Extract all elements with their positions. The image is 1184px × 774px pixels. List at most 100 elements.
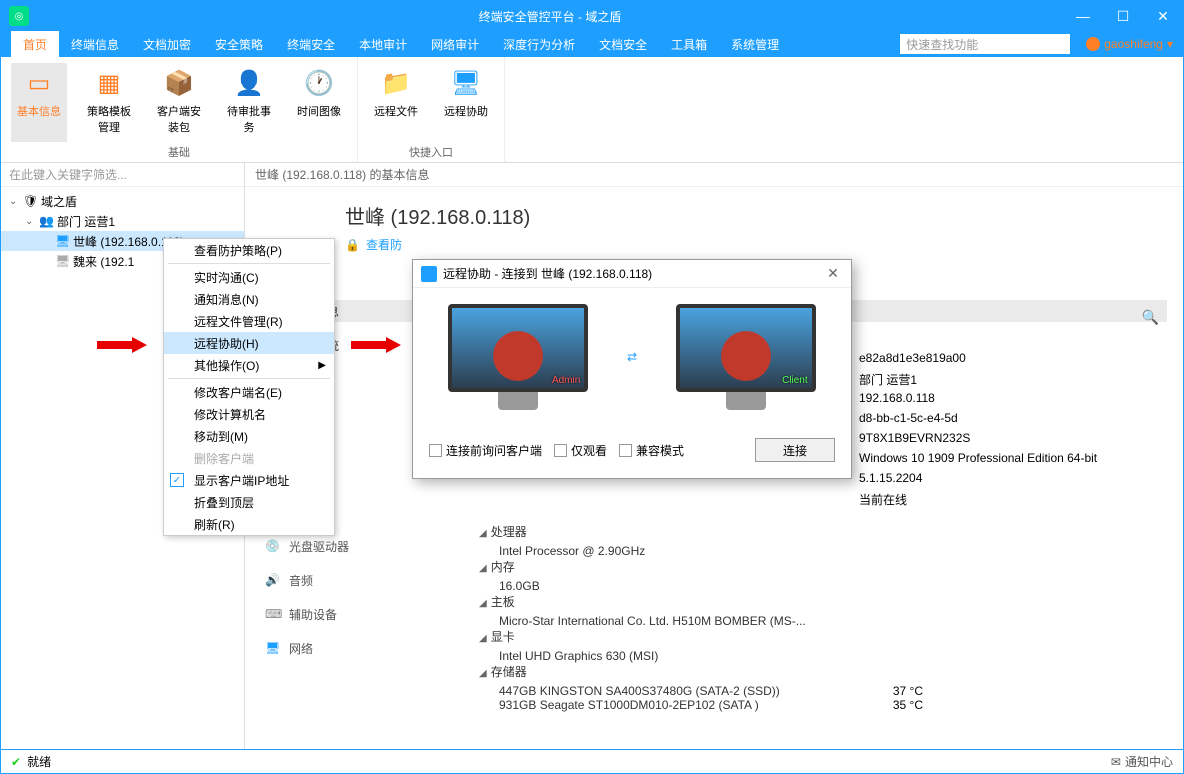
keyboard-icon: ⌨: [265, 607, 281, 621]
transfer-arrows-icon: ⇄: [627, 346, 637, 368]
hw-gpu: Intel UHD Graphics 630 (MSI): [499, 649, 1163, 663]
info-status: 当前在线: [859, 491, 907, 508]
disc-icon: 💿: [265, 539, 281, 553]
quick-search-input[interactable]: 快速查找功能: [900, 34, 1070, 54]
ribbon-basic-info[interactable]: ▭基本信息: [11, 63, 67, 142]
tab-home[interactable]: 首页: [11, 31, 59, 57]
tree-dept[interactable]: ⌄👥部门 运营1: [1, 211, 244, 231]
menu-chat[interactable]: 实时沟通(C): [164, 266, 334, 288]
shield-icon: [421, 266, 437, 282]
menu-view-policy[interactable]: 查看防护策略(P): [164, 239, 334, 261]
user-menu[interactable]: gaoshifeng ▾: [1076, 31, 1183, 57]
tab-doc-encrypt[interactable]: 文档加密: [131, 31, 203, 57]
collapse-icon[interactable]: ◢: [479, 598, 487, 609]
tab-terminal-security[interactable]: 终端安全: [275, 31, 347, 57]
info-client-id: e82a8d1e3e819a00: [859, 351, 966, 365]
hw-gpu-label: 显卡: [491, 630, 515, 644]
package-icon: 📦: [163, 67, 195, 99]
statusbar: ✔ 就绪 ✉通知中心: [1, 749, 1183, 773]
check-icon: ✓: [170, 473, 184, 487]
tab-local-audit[interactable]: 本地审计: [347, 31, 419, 57]
collapse-icon[interactable]: ◢: [479, 563, 487, 574]
folder-icon: 📁: [380, 67, 412, 99]
info-icon: ▭: [23, 67, 55, 99]
cat-network[interactable]: 🖥网络: [265, 631, 349, 665]
collapse-icon[interactable]: ◢: [479, 668, 487, 679]
annotation-arrow-1: [97, 337, 147, 353]
collapse-icon[interactable]: ◢: [479, 633, 487, 644]
checkbox-view-only[interactable]: 仅观看: [554, 442, 607, 459]
tree-root[interactable]: ⌄🛡域之盾: [1, 191, 244, 211]
ribbon-installer[interactable]: 📦客户端安装包: [151, 63, 207, 142]
ribbon-approval[interactable]: 👤待审批事务: [221, 63, 277, 142]
ribbon-remote-file[interactable]: 📁远程文件: [368, 63, 424, 142]
collapse-icon[interactable]: ◢: [479, 528, 487, 539]
tab-terminal-info[interactable]: 终端信息: [59, 31, 131, 57]
checkbox-ask-before[interactable]: 连接前询问客户端: [429, 442, 542, 459]
dialog-title: 远程协助 - 连接到 世峰 (192.168.0.118): [443, 265, 823, 282]
menu-notify[interactable]: 通知消息(N): [164, 288, 334, 310]
remote-assist-dialog: 远程协助 - 连接到 世峰 (192.168.0.118) ✕ Admin ⇄ …: [412, 259, 852, 479]
menu-move-to[interactable]: 移动到(M): [164, 425, 334, 447]
hw-cpu: Intel Processor @ 2.90GHz: [499, 544, 1163, 558]
hw-disk2: 931GB Seagate ST1000DM010-2EP102 (SATA ): [499, 698, 759, 712]
menu-remote-assist[interactable]: 远程协助(H): [164, 332, 334, 354]
close-button[interactable]: ✕: [1143, 1, 1183, 31]
ribbon-remote-assist[interactable]: 🖥远程协助: [438, 63, 494, 142]
tab-tools[interactable]: 工具箱: [659, 31, 719, 57]
menu-other-ops[interactable]: 其他操作(O)▶: [164, 354, 334, 376]
menu-collapse[interactable]: 折叠到顶层: [164, 491, 334, 513]
client-title: 世峰 (192.168.0.118): [345, 201, 1173, 230]
hw-mb-label: 主板: [491, 595, 515, 609]
hw-disk1: 447GB KINGSTON SA400S37480G (SATA-2 (SSD…: [499, 684, 780, 698]
hw-mb: Micro-Star International Co. Ltd. H510M …: [499, 614, 1163, 628]
lock-icon: 🔒: [345, 238, 360, 252]
client-monitor: Client: [676, 304, 816, 410]
dialog-close-button[interactable]: ✕: [823, 265, 843, 282]
tree-filter-input[interactable]: 在此键入关键字筛选...: [1, 163, 244, 187]
search-icon[interactable]: 🔍: [1142, 309, 1159, 326]
menu-refresh[interactable]: 刷新(R): [164, 513, 334, 535]
menu-rename-client[interactable]: 修改客户端名(E): [164, 381, 334, 403]
window-title: 终端安全管控平台 - 域之盾: [37, 8, 1063, 25]
cat-aux[interactable]: ⌨辅助设备: [265, 597, 349, 631]
hw-storage-label: 存储器: [491, 665, 527, 679]
tab-system[interactable]: 系统管理: [719, 31, 791, 57]
ribbon-policy-template[interactable]: ▦策略模板管理: [81, 63, 137, 142]
notification-center[interactable]: ✉通知中心: [1111, 753, 1173, 770]
hw-disk2-temp: 35 °C: [893, 698, 923, 712]
titlebar: ◎ 终端安全管控平台 - 域之盾 ― ☐ ✕: [1, 1, 1183, 31]
tab-security-policy[interactable]: 安全策略: [203, 31, 275, 57]
mail-icon: ✉: [1111, 755, 1121, 769]
tab-doc-security[interactable]: 文档安全: [587, 31, 659, 57]
ribbon-time-image[interactable]: 🕐时间图像: [291, 63, 347, 142]
tab-network-audit[interactable]: 网络审计: [419, 31, 491, 57]
info-serial: 9T8X1B9EVRN232S: [859, 431, 970, 445]
ribbon: ▭基本信息 ▦策略模板管理 📦客户端安装包 👤待审批事务 🕐时间图像 基础 📁远…: [1, 57, 1183, 163]
dropdown-icon: ▾: [1167, 37, 1173, 51]
info-os: Windows 10 1909 Professional Edition 64-…: [859, 451, 1097, 465]
cat-audio[interactable]: 🔊音频: [265, 563, 349, 597]
users-icon: 👥: [39, 214, 55, 228]
monitor-icon: 🖥: [450, 67, 482, 99]
menu-rename-computer[interactable]: 修改计算机名: [164, 403, 334, 425]
info-version: 5.1.15.2204: [859, 471, 922, 485]
hw-mem-label: 内存: [491, 560, 515, 574]
menu-remote-file[interactable]: 远程文件管理(R): [164, 310, 334, 332]
info-dept: 部门 运营1: [859, 371, 917, 388]
maximize-button[interactable]: ☐: [1103, 1, 1143, 31]
user-icon: [1086, 37, 1100, 51]
ok-icon: ✔: [11, 755, 21, 769]
minimize-button[interactable]: ―: [1063, 1, 1103, 31]
admin-monitor: Admin: [448, 304, 588, 410]
hw-mem: 16.0GB: [499, 579, 1163, 593]
chevron-right-icon: ▶: [318, 360, 326, 371]
view-protection-link[interactable]: 查看防: [366, 236, 402, 253]
menu-show-ip[interactable]: ✓显示客户端IP地址: [164, 469, 334, 491]
connect-button[interactable]: 连接: [755, 438, 835, 462]
app-icon: ◎: [9, 6, 29, 26]
network-icon: 🖥: [265, 641, 281, 655]
ribbon-group-basic: 基础: [11, 142, 347, 162]
checkbox-compat[interactable]: 兼容模式: [619, 442, 684, 459]
tab-behavior[interactable]: 深度行为分析: [491, 31, 587, 57]
